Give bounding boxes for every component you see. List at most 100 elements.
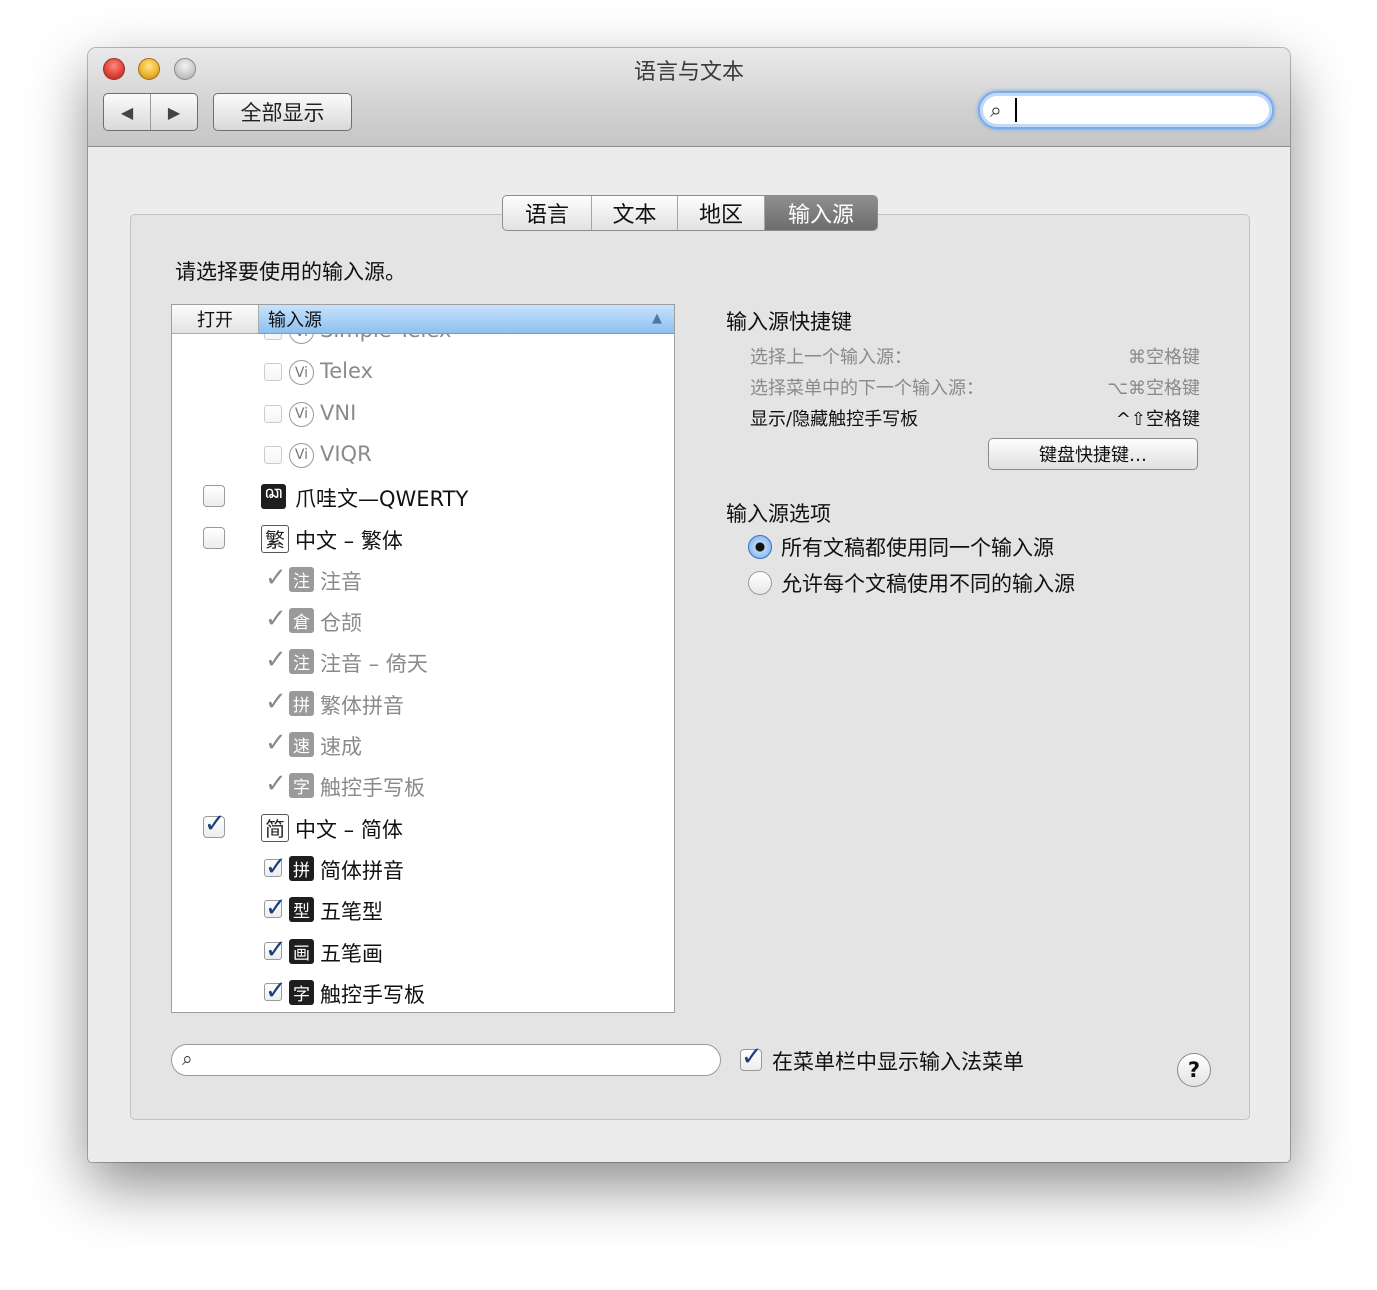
search-icon: ⌕ — [990, 98, 1002, 122]
text-cursor — [1015, 98, 1017, 122]
shortcut-row-handwriting: 显示/隐藏触控手写板 ^⇧空格键 — [750, 405, 1200, 431]
shortcut-label: 选择菜单中的下一个输入源： — [750, 378, 984, 399]
back-forward-control: ◀ ▶ — [103, 93, 198, 131]
checkmark-icon: ✓ — [265, 893, 287, 924]
input-source-icon: 拼 — [289, 690, 314, 716]
list-row[interactable]: ꦕ 爪哇文—QWERTY — [172, 476, 674, 517]
column-header-input-source-label: 输入源 — [268, 310, 322, 331]
search-icon: ⌕ — [182, 1048, 193, 1070]
checkbox[interactable] — [264, 363, 282, 382]
input-source-icon: 注 — [289, 649, 314, 675]
toolbar-search-field[interactable]: ⌕ — [978, 91, 1274, 129]
list-row[interactable]: 繁中文 – 繁体 — [172, 518, 674, 559]
vietnamese-input-icon: Vi — [289, 401, 314, 427]
checkmark-icon: ✓ — [265, 851, 287, 882]
list-search-field[interactable]: ⌕ — [171, 1044, 721, 1076]
input-source-icon: 简 — [261, 813, 289, 842]
list-row[interactable]: ✓ 拼繁体拼音 — [172, 683, 674, 724]
input-source-icon: 型 — [289, 897, 314, 923]
back-arrow-icon[interactable]: ◀ — [104, 94, 151, 130]
list-row-label: 中文 – 繁体 — [295, 528, 403, 553]
list-row-label: 触控手写板 — [320, 982, 425, 1007]
show-menu-label[interactable]: 在菜单栏中显示输入法菜单 — [772, 1046, 1024, 1076]
shortcut-row-next: 选择菜单中的下一个输入源： ⌥⌘空格键 — [750, 374, 1200, 400]
list-row-label: 五笔画 — [320, 941, 383, 966]
checkbox[interactable] — [264, 334, 282, 340]
input-source-icon: 字 — [289, 979, 314, 1005]
input-source-icon: 字 — [289, 773, 314, 799]
radio-same-source-label[interactable]: 所有文稿都使用同一个输入源 — [781, 532, 1054, 562]
tab-language[interactable]: 语言 — [503, 196, 592, 230]
list-row-label: 速成 — [320, 735, 362, 759]
list-row-label: 简体拼音 — [320, 858, 404, 883]
input-source-icon: 注 — [289, 566, 314, 592]
radio-different-source-label[interactable]: 允许每个文稿使用不同的输入源 — [781, 568, 1075, 598]
show-all-button[interactable]: 全部显示 — [213, 93, 352, 131]
vietnamese-input-icon: Vi — [289, 360, 314, 386]
checkbox[interactable] — [203, 485, 225, 508]
input-source-icon: 倉 — [289, 608, 314, 634]
radio-same-source[interactable] — [748, 535, 772, 559]
list-row[interactable]: ✓ 字触控手写板 — [172, 765, 674, 806]
forward-arrow-icon[interactable]: ▶ — [151, 94, 197, 130]
checkmark-icon: ✓ — [204, 808, 226, 839]
column-header-input-source[interactable]: 输入源 ▲ — [259, 305, 674, 334]
list-header: 打开 输入源 ▲ — [172, 305, 674, 334]
preferences-window: 语言与文本 ◀ ▶ 全部显示 ⌕ 语言 文本 地区 输入源 请选择要使用的输入源… — [88, 48, 1290, 1162]
list-row-label: VIQR — [320, 441, 372, 466]
list-row[interactable]: Vi Simple Telex — [172, 334, 674, 352]
help-button[interactable]: ? — [1177, 1053, 1211, 1087]
list-row-label: 中文 – 简体 — [295, 817, 403, 842]
shortcut-label: 显示/隐藏触控手写板 — [750, 409, 919, 430]
list-row-label: 五笔型 — [320, 900, 383, 925]
list-row[interactable]: ✓ 拼简体拼音 — [172, 848, 674, 889]
checkmark-icon: ✓ — [265, 686, 287, 717]
checkmark-icon: ✓ — [265, 934, 287, 965]
list-row-label: 繁体拼音 — [320, 693, 404, 718]
instructions-label: 请选择要使用的输入源。 — [175, 260, 406, 284]
shortcut-key: ⌥⌘空格键 — [1107, 378, 1200, 399]
list-row[interactable]: ✓ 型五笔型 — [172, 889, 674, 930]
list-row[interactable]: ✓ 速速成 — [172, 724, 674, 765]
tab-text[interactable]: 文本 — [592, 196, 678, 230]
vietnamese-input-icon: Vi — [289, 334, 314, 344]
shortcut-row-previous: 选择上一个输入源： ⌘空格键 — [750, 343, 1200, 369]
list-row[interactable]: Vi VNI — [172, 394, 674, 435]
checkmark-icon: ✓ — [265, 562, 287, 593]
checkbox[interactable] — [264, 404, 282, 423]
input-source-icon: 拼 — [289, 855, 314, 881]
checkbox[interactable] — [264, 445, 282, 464]
input-source-icon: 繁 — [261, 524, 289, 553]
checkbox[interactable] — [203, 526, 225, 549]
list-row[interactable]: ✓ 注注音 – 倚天 — [172, 641, 674, 682]
checkmark-icon: ✓ — [265, 769, 287, 800]
column-header-open[interactable]: 打开 — [172, 305, 259, 334]
shortcut-key: ⌘空格键 — [1128, 347, 1200, 368]
vietnamese-input-icon: Vi — [289, 442, 314, 468]
input-source-list[interactable]: 打开 输入源 ▲ ViSimple TelexViTelexViVNIViVIQ… — [171, 304, 675, 1013]
list-row[interactable]: Vi Telex — [172, 352, 674, 393]
shortcut-label: 选择上一个输入源： — [750, 347, 912, 368]
list-row-label: 触控手写板 — [320, 776, 425, 801]
input-source-icon: 画 — [289, 938, 314, 964]
input-source-icon: ꦕ — [261, 483, 286, 510]
list-row-label: 仓颉 — [320, 611, 362, 636]
list-row[interactable]: Vi VIQR — [172, 435, 674, 476]
radio-different-source[interactable] — [748, 571, 772, 595]
shortcut-key: ^⇧空格键 — [1115, 409, 1200, 430]
toolbar: 语言与文本 ◀ ▶ 全部显示 ⌕ — [88, 48, 1290, 147]
checkmark-icon: ✓ — [741, 1042, 763, 1072]
list-row[interactable]: ✓ 画五笔画 — [172, 931, 674, 972]
list-row[interactable]: ✓ 注注音 — [172, 559, 674, 600]
list-row-label: Simple Telex — [320, 334, 451, 342]
list-row[interactable]: ✓ 字触控手写板 — [172, 972, 674, 1012]
checkmark-icon: ✓ — [265, 728, 287, 758]
checkmark-icon: ✓ — [265, 604, 287, 635]
list-row-label: VNI — [320, 400, 357, 425]
tab-region[interactable]: 地区 — [678, 196, 765, 230]
keyboard-shortcuts-button[interactable]: 键盘快捷键… — [988, 438, 1198, 470]
tab-input-sources[interactable]: 输入源 — [765, 196, 877, 230]
list-row[interactable]: ✓ 简中文 – 简体 — [172, 807, 674, 848]
list-row[interactable]: ✓ 倉仓颉 — [172, 600, 674, 641]
list-row-label: Telex — [320, 359, 373, 384]
